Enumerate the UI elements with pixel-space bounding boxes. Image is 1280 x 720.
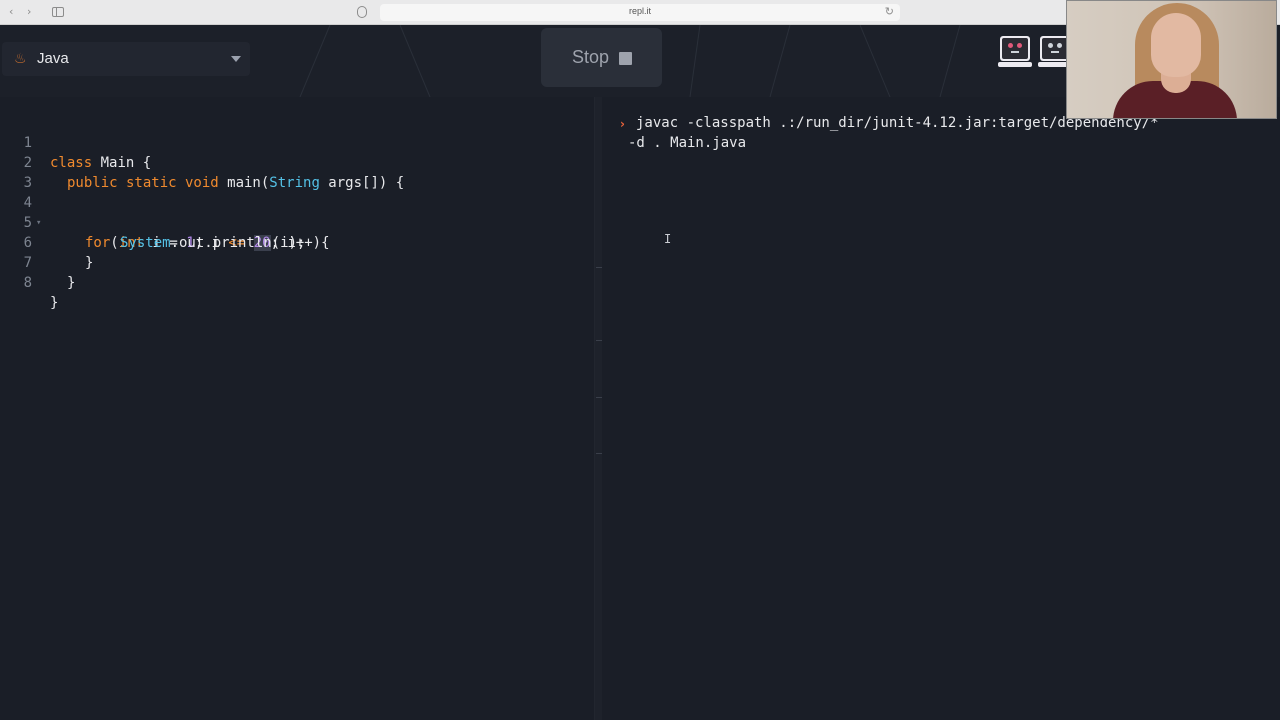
code-text: } (67, 275, 76, 291)
code-line[interactable]: 5 System.out.println(i); (0, 193, 594, 251)
stop-label: Stop (572, 47, 610, 67)
code-line[interactable]: 1 class Main { (0, 113, 594, 171)
url-text: repl.it (628, 6, 651, 16)
address-bar[interactable]: repl.it ↻ (380, 4, 900, 21)
stop-square-icon (619, 52, 632, 65)
console-command-line: -d . Main.java (628, 135, 747, 151)
webcam-overlay (1066, 0, 1277, 119)
code-line[interactable]: 6 } (0, 213, 594, 271)
chevron-down-icon (231, 56, 241, 62)
stop-button[interactable]: Stop (541, 28, 662, 87)
sidebar-toggle-icon[interactable] (52, 7, 64, 17)
code-line[interactable]: 4 ▾ for(int i = 1; i <= 20; i++){ (0, 173, 594, 251)
privacy-shield-icon[interactable] (357, 6, 367, 18)
code-line[interactable]: 8 } (0, 253, 594, 311)
code-text: } (50, 295, 59, 311)
language-label: Java (37, 50, 69, 67)
robot-love-icon (998, 36, 1032, 70)
code-line[interactable]: 7 } (0, 233, 594, 291)
java-icon: ♨ (14, 51, 27, 67)
code-line[interactable]: 2 public static void main(String args[])… (0, 133, 594, 191)
code-editor[interactable]: 1 class Main { 2 public static void main… (0, 97, 594, 720)
reload-icon[interactable]: ↻ (885, 5, 894, 18)
back-arrow-icon[interactable]: ‹ (9, 5, 13, 18)
prompt-icon: › (620, 117, 625, 131)
pane-resize-handle[interactable] (594, 97, 602, 720)
language-selector[interactable]: ♨ Java (2, 42, 250, 76)
console-pane[interactable]: › javac -classpath .:/run_dir/junit-4.12… (602, 97, 1280, 720)
text-cursor-icon: I (664, 232, 672, 246)
code-line[interactable]: 3 (0, 153, 594, 191)
forward-arrow-icon[interactable]: › (27, 5, 31, 18)
line-number: 8 (23, 275, 32, 291)
